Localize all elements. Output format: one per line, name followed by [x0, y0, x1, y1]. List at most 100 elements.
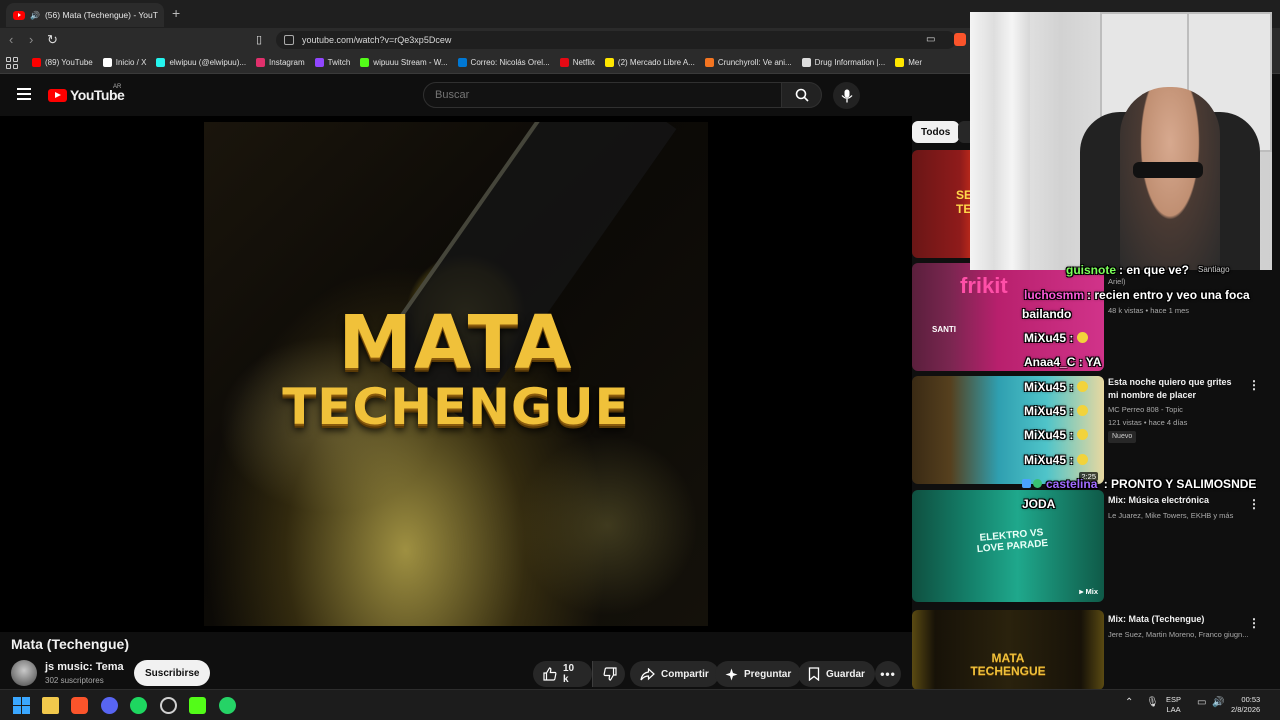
recommendation-thumbnail[interactable]: ELEKTRO VS LOVE PARADE ⫸ Mix — [912, 490, 1104, 602]
bookmark-outlook[interactable]: Correo: Nicolás Orel... — [457, 58, 550, 67]
more-vertical-icon[interactable]: ⋮ — [1248, 378, 1260, 392]
microphone-icon[interactable]: 🎙 — [1146, 697, 1159, 708]
chat-message: MiXu45 : — [1024, 453, 1089, 467]
voice-search-button[interactable] — [833, 82, 860, 109]
thumbnail-text: MATA TECHENGUE — [970, 651, 1046, 678]
video-artwork: MATA TECHENGUE — [204, 122, 708, 626]
volume-icon[interactable]: 🔊 — [1212, 697, 1224, 708]
bookmark-label: (2) Mercado Libre A... — [617, 58, 695, 67]
search-button[interactable] — [781, 82, 822, 108]
twitch-icon — [314, 58, 324, 67]
obs-icon[interactable] — [160, 697, 177, 714]
network-icon[interactable]: ▭ — [1197, 697, 1206, 708]
video-player[interactable]: MATA TECHENGUE — [0, 116, 912, 632]
reload-icon[interactable]: ↻ — [47, 32, 58, 48]
chat-text: : YA — [1075, 355, 1102, 369]
bookmark-crunchyroll[interactable]: Crunchyroll: Ve ani... — [704, 58, 792, 67]
clock-time: 00:53 — [1241, 695, 1261, 704]
bookmark-twitch[interactable]: Twitch — [314, 58, 351, 67]
chevron-up-icon[interactable]: ⌃ — [1125, 697, 1133, 708]
chat-text: : recien entro y veo una foca — [1087, 288, 1250, 302]
more-vertical-icon[interactable]: ⋮ — [1248, 497, 1260, 511]
bookmark-kick[interactable]: wipuuu Stream - W... — [360, 58, 448, 67]
url-field[interactable]: youtube.com/watch?v=rQe3xp5Dcew — [276, 31, 956, 49]
keyboard-layout: LAA — [1166, 705, 1181, 714]
site-info-icon[interactable] — [284, 35, 294, 45]
windows-start-icon[interactable] — [13, 697, 30, 714]
rec-title[interactable]: Esta noche quiero que grites mi nombre d… — [1108, 376, 1240, 402]
ask-button[interactable]: Preguntar — [715, 661, 802, 687]
rec-title[interactable]: Mix: Música electrónica — [1108, 494, 1240, 507]
clock[interactable]: 00:53 2/8/2026 — [1231, 695, 1260, 715]
chat-username: MiXu45 — [1024, 380, 1067, 394]
bookmark-mercadolibre-2[interactable]: Mer — [895, 58, 922, 67]
back-icon[interactable]: ‹ — [9, 32, 13, 47]
forward-icon[interactable]: › — [29, 32, 33, 47]
bookmark-youtube[interactable]: (89) YouTube — [32, 58, 93, 67]
bookmark-netflix[interactable]: Netflix — [559, 58, 595, 67]
language-indicator[interactable]: ESP LAA — [1166, 695, 1181, 715]
chat-message: luchosmm: recien entro y veo una foca — [1024, 288, 1250, 302]
chat-text: JODA — [1022, 497, 1056, 511]
cast-icon[interactable]: ▭ — [926, 34, 935, 45]
channel-name[interactable]: js music: Tema — [45, 661, 124, 673]
crunchyroll-icon — [704, 58, 714, 67]
rec-title[interactable]: Mix: Mata (Techengue) — [1108, 613, 1240, 626]
discord-icon[interactable] — [101, 697, 118, 714]
share-button[interactable]: Compartir — [630, 661, 719, 687]
dislike-button[interactable] — [592, 661, 625, 687]
outlook-icon — [457, 58, 467, 67]
thumbs-down-icon — [603, 667, 617, 681]
more-vertical-icon[interactable]: ⋮ — [1248, 616, 1260, 630]
chat-username: guisnote — [1066, 263, 1116, 277]
bookmark-drugs[interactable]: Drug Information |... — [801, 58, 885, 67]
artwork-title-line1: MATA — [338, 300, 574, 386]
mix-label: Mix — [1085, 587, 1098, 596]
filter-chip-all[interactable]: Todos — [912, 121, 960, 143]
brave-shield-icon[interactable] — [954, 33, 966, 46]
close-tab-icon[interactable]: ✕ — [163, 10, 164, 21]
brave-browser-icon[interactable] — [71, 697, 88, 714]
new-tab-button[interactable]: + — [172, 5, 180, 21]
search-icon — [795, 88, 809, 102]
bookmark-tiktok[interactable]: elwipuu (@elwipuu)... — [156, 58, 246, 67]
bookmark-label: Twitch — [327, 58, 351, 67]
chat-username: MiXu45 — [1024, 404, 1067, 418]
like-button[interactable]: 10 k — [533, 661, 592, 687]
channel-avatar[interactable] — [11, 660, 37, 686]
ask-label: Preguntar — [744, 668, 792, 680]
recommendation-thumbnail[interactable]: MATA TECHENGUE — [912, 610, 1104, 690]
save-bookmark-icon — [808, 667, 820, 681]
menu-icon[interactable] — [17, 88, 31, 100]
bookmark-icon[interactable]: ▯ — [256, 33, 262, 46]
share-icon — [640, 667, 655, 680]
chat-message: guisnote: en que ve? — [1024, 263, 1189, 277]
bookmark-x[interactable]: Inicio / X — [102, 58, 146, 67]
spotify-icon[interactable] — [130, 697, 147, 714]
bookmark-instagram[interactable]: Instagram — [256, 58, 305, 67]
chat-message: Anaa4_C : YA — [1024, 355, 1101, 369]
bookmark-label: Correo: Nicolás Orel... — [470, 58, 550, 67]
share-label: Compartir — [661, 668, 709, 680]
webcam-sunglasses — [1133, 162, 1203, 178]
chat-username: MiXu45 — [1024, 331, 1067, 345]
emote-icon — [1077, 332, 1089, 343]
chat-message: MiXu45 : — [1024, 428, 1089, 442]
whatsapp-icon[interactable] — [219, 697, 236, 714]
bookmark-label: Netflix — [572, 58, 595, 67]
drugs-icon — [801, 58, 811, 67]
emote-icon — [1077, 405, 1089, 416]
apps-icon[interactable] — [6, 56, 18, 69]
bookmark-label: Mer — [908, 58, 922, 67]
file-explorer-icon[interactable] — [42, 697, 59, 714]
kick-icon[interactable] — [189, 697, 206, 714]
youtube-logo[interactable]: YouTube AR — [48, 84, 125, 103]
emote-icon — [1077, 381, 1089, 392]
search-input[interactable] — [423, 82, 782, 108]
bookmark-mercadolibre[interactable]: (2) Mercado Libre A... — [604, 58, 695, 67]
browser-tab[interactable]: 🔊 (56) Mata (Techengue) - YouT ✕ — [6, 3, 164, 27]
subscribe-button[interactable]: Suscribirse — [134, 660, 211, 686]
save-button[interactable]: Guardar — [798, 661, 875, 687]
video-title: Mata (Techengue) — [11, 636, 129, 652]
more-actions-button[interactable]: ••• — [875, 661, 901, 687]
